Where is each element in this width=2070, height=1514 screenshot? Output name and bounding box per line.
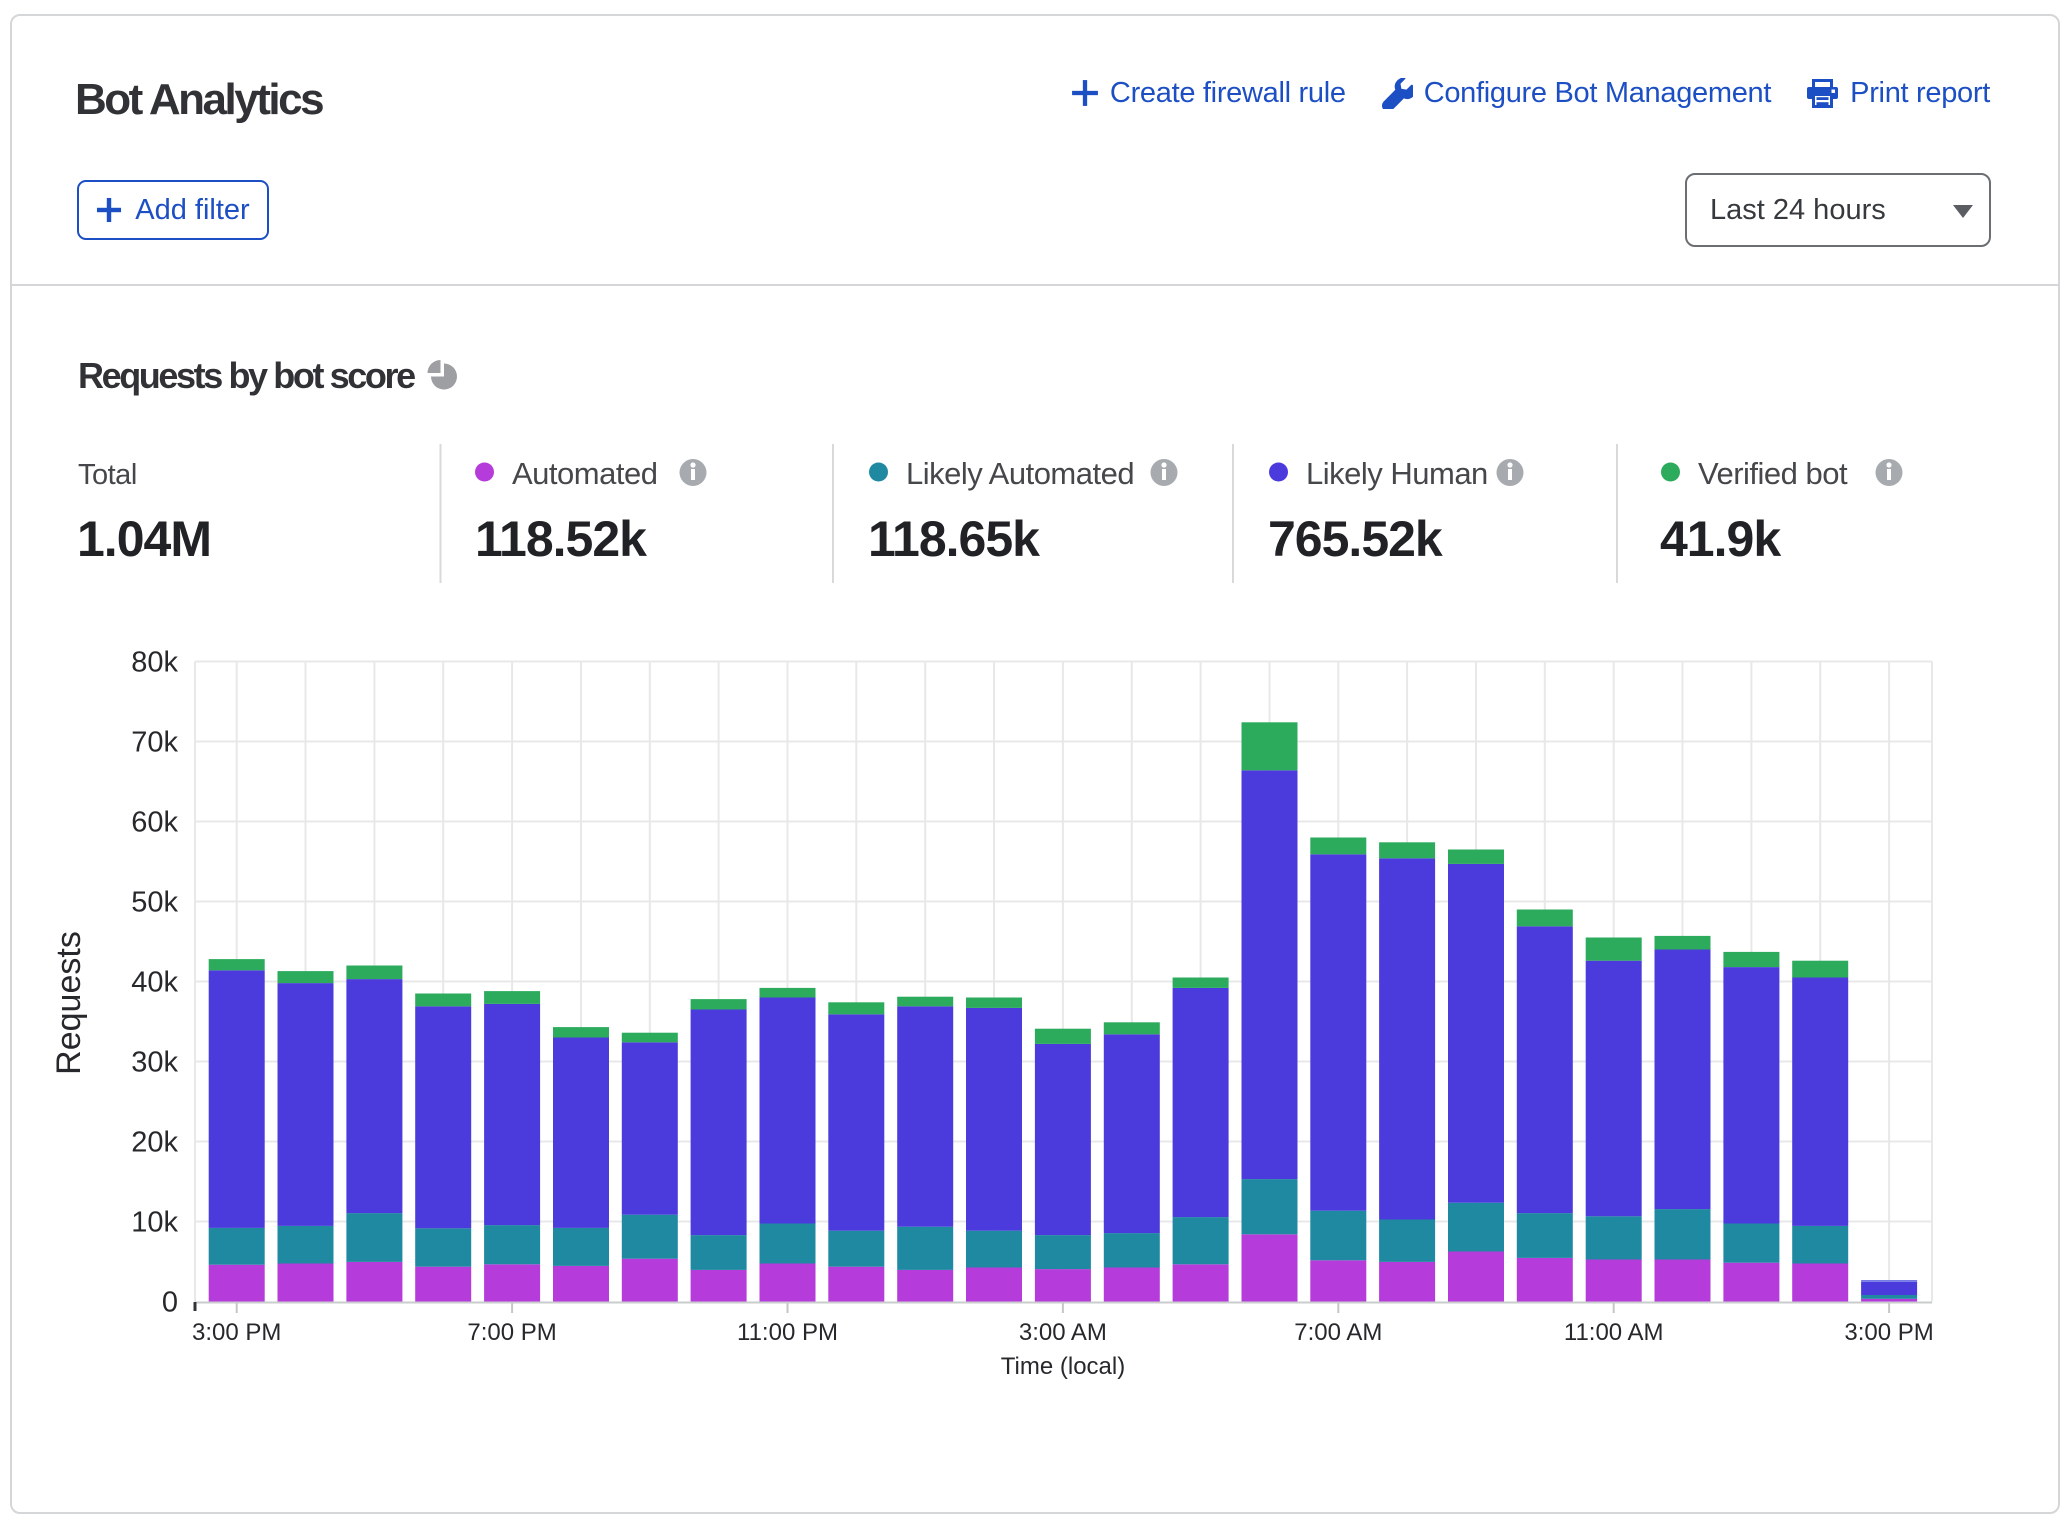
svg-text:80k: 80k [131,647,178,679]
svg-text:7:00 PM: 7:00 PM [467,1319,556,1346]
svg-text:3:00 PM: 3:00 PM [192,1319,281,1346]
svg-text:Likely Automated: Likely Automated [906,456,1134,491]
svg-text:Automated: Automated [512,456,657,491]
svg-text:10k: 10k [131,1207,178,1239]
svg-text:11:00 PM: 11:00 PM [737,1319,838,1346]
svg-text:3:00 PM: 3:00 PM [1844,1319,1933,1346]
svg-text:40k: 40k [131,967,178,999]
svg-text:Total: Total [78,459,137,491]
svg-text:60k: 60k [131,807,178,839]
svg-text:3:00 AM: 3:00 AM [1019,1319,1107,1346]
svg-text:41.9k: 41.9k [1660,511,1781,567]
svg-text:30k: 30k [131,1047,178,1079]
svg-text:118.52k: 118.52k [475,511,647,567]
svg-text:11:00 AM: 11:00 AM [1564,1319,1664,1346]
svg-text:70k: 70k [131,727,178,759]
svg-text:Likely Human: Likely Human [1306,456,1488,491]
svg-text:Requests: Requests [50,931,88,1075]
svg-text:50k: 50k [131,887,178,919]
svg-text:765.52k: 765.52k [1268,511,1443,567]
svg-text:Verified bot: Verified bot [1698,456,1848,491]
svg-text:Time (local): Time (local) [1001,1353,1125,1380]
svg-text:20k: 20k [131,1127,178,1159]
svg-text:1.04M: 1.04M [77,511,211,567]
svg-text:118.65k: 118.65k [868,511,1040,567]
svg-text:7:00 AM: 7:00 AM [1294,1319,1382,1346]
svg-text:0: 0 [162,1287,178,1319]
